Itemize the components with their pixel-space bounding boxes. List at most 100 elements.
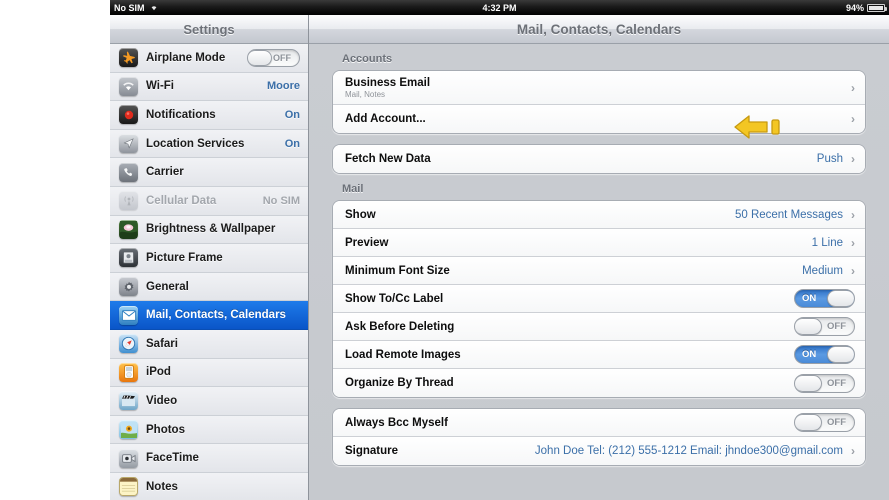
row-left: Add Account... xyxy=(345,113,847,125)
row-show[interactable]: Show 50 Recent Messages › xyxy=(333,201,865,229)
row-label: Organize By Thread xyxy=(345,377,454,389)
sidebar-item-location-services[interactable]: Location Services On xyxy=(110,129,308,159)
row-fetch-new-data[interactable]: Fetch New Data Push › xyxy=(333,145,865,173)
sidebar-item-airplane-mode[interactable]: Airplane Mode OFF xyxy=(110,44,308,73)
sidebar-item-value: Moore xyxy=(267,80,300,93)
sidebar-item-general[interactable]: General xyxy=(110,272,308,302)
sidebar-item-label: Mail, Contacts, Calendars xyxy=(146,309,286,322)
sidebar-item-wifi[interactable]: Wi-Fi Moore xyxy=(110,72,308,102)
safari-compass-icon xyxy=(119,334,138,354)
facetime-icon xyxy=(119,448,138,468)
fetch-group: Fetch New Data Push › xyxy=(332,144,866,174)
sidebar-item-label: Video xyxy=(146,394,178,407)
status-bar: No SIM 4:32 PM 94% xyxy=(110,0,889,15)
row-value: Medium xyxy=(802,264,843,277)
row-label: Signature xyxy=(345,445,399,457)
ask-before-deleting-toggle[interactable]: OFF xyxy=(794,317,855,336)
chevron-right-icon: › xyxy=(851,152,855,166)
row-label: Show xyxy=(345,208,376,221)
detail-pane: Mail, Contacts, Calendars Accounts Busin… xyxy=(309,15,889,500)
sidebar-item-value: On xyxy=(284,108,300,121)
row-left: Fetch New Data xyxy=(345,153,817,165)
row-left: Business Email Mail, Notes xyxy=(345,77,847,99)
sidebar-item-brightness-wallpaper[interactable]: Brightness & Wallpaper xyxy=(110,215,308,245)
accounts-section-header: Accounts xyxy=(342,53,393,65)
chevron-right-icon: › xyxy=(851,207,855,222)
sidebar-item-video[interactable]: Video xyxy=(110,387,308,416)
sidebar-item-cellular-data[interactable]: Cellular Data No SIM xyxy=(110,186,308,216)
detail-header: Mail, Contacts, Calendars xyxy=(309,15,889,44)
toggle-knob xyxy=(248,49,272,66)
toggle-knob xyxy=(795,414,822,431)
row-organize-by-thread: Organize By Thread OFF xyxy=(333,369,865,397)
sidebar-item-notes[interactable]: Notes xyxy=(110,472,308,500)
ipod-icon xyxy=(119,362,138,382)
status-bar-time: 4:32 PM xyxy=(482,2,517,13)
sidebar-item-label: Airplane Mode xyxy=(146,51,226,64)
sidebar-item-label: Photos xyxy=(146,423,185,436)
load-remote-images-toggle[interactable]: ON xyxy=(794,345,855,364)
row-value: John Doe Tel: (212) 555-1212 Email: jhnd… xyxy=(534,445,843,457)
location-icon xyxy=(119,134,138,154)
row-left: Preview xyxy=(345,237,812,249)
row-label: Preview xyxy=(345,236,389,249)
sidebar-item-safari[interactable]: Safari xyxy=(110,329,308,359)
wifi-icon xyxy=(119,76,138,96)
sidebar-item-value: On xyxy=(284,137,300,150)
accounts-group: Business Email Mail, Notes › Add Account… xyxy=(332,70,866,134)
sidebar-item-label: Safari xyxy=(146,337,178,350)
chevron-right-icon: › xyxy=(851,80,855,95)
sidebar-item-carrier[interactable]: Carrier xyxy=(110,158,308,187)
general-gear-icon xyxy=(119,277,138,297)
notifications-icon xyxy=(119,105,138,125)
row-label: Ask Before Deleting xyxy=(345,320,455,333)
toggle-state-label: ON xyxy=(802,349,817,360)
toggle-knob xyxy=(827,290,854,307)
organize-by-thread-toggle[interactable]: OFF xyxy=(794,373,855,393)
sidebar-item-facetime[interactable]: FaceTime xyxy=(110,444,308,473)
airplane-mode-toggle[interactable]: OFF xyxy=(247,48,300,67)
sidebar-item-label: General xyxy=(146,280,189,293)
show-to-cc-label-toggle[interactable]: ON xyxy=(794,289,855,308)
toggle-state-label: OFF xyxy=(827,377,846,389)
toggle-knob xyxy=(795,318,822,335)
sidebar-item-label: Notes xyxy=(146,480,178,493)
compose-group: Always Bcc Myself OFF Signature John Doe… xyxy=(332,408,866,466)
mail-icon xyxy=(119,305,138,325)
row-always-bcc-myself: Always Bcc Myself OFF xyxy=(333,409,865,437)
sidebar-item-ipod[interactable]: iPod xyxy=(110,358,308,388)
always-bcc-myself-toggle[interactable]: OFF xyxy=(794,413,855,432)
toggle-state-label: ON xyxy=(802,293,817,304)
row-left: Show xyxy=(345,209,735,221)
toggle-state-label: OFF xyxy=(273,52,291,63)
sidebar-item-mail-contacts-calendars[interactable]: Mail, Contacts, Calendars xyxy=(110,301,308,330)
row-value: 50 Recent Messages xyxy=(734,208,843,221)
photos-icon xyxy=(119,420,138,440)
chevron-right-icon: › xyxy=(851,263,855,278)
split-view: Settings Airplane Mode OFF Wi-Fi Moore N… xyxy=(110,15,889,500)
sidebar-item-picture-frame[interactable]: Picture Frame xyxy=(110,244,308,273)
sidebar-list: Airplane Mode OFF Wi-Fi Moore Notificati… xyxy=(110,44,308,500)
row-minimum-font-size[interactable]: Minimum Font Size Medium › xyxy=(333,257,865,285)
toggle-knob xyxy=(827,346,854,363)
sidebar-item-notifications[interactable]: Notifications On xyxy=(110,101,308,130)
sidebar-item-photos[interactable]: Photos xyxy=(110,415,308,445)
row-add-account[interactable]: Add Account... › xyxy=(333,105,865,133)
mail-section-header: Mail xyxy=(342,183,364,195)
row-label: Show To/Cc Label xyxy=(345,292,444,305)
settings-sidebar[interactable]: Settings Airplane Mode OFF Wi-Fi Moore N… xyxy=(110,15,309,500)
ipad-device-frame: No SIM 4:32 PM 94% Settings Airplane Mod… xyxy=(110,0,889,500)
row-left: Load Remote Images xyxy=(345,349,794,361)
chevron-right-icon: › xyxy=(851,112,855,126)
brightness-icon xyxy=(119,219,138,239)
row-left: Show To/Cc Label xyxy=(345,293,794,305)
row-signature[interactable]: Signature John Doe Tel: (212) 555-1212 E… xyxy=(333,437,865,465)
sidebar-item-label: Cellular Data xyxy=(146,194,217,207)
mail-group: Show 50 Recent Messages › Preview 1 Line… xyxy=(332,200,866,398)
row-business-email[interactable]: Business Email Mail, Notes › xyxy=(333,71,865,105)
sidebar-item-value: No SIM xyxy=(262,194,300,207)
row-label: Load Remote Images xyxy=(345,348,461,361)
sidebar-item-label: Wi-Fi xyxy=(146,80,174,93)
row-ask-before-deleting: Ask Before Deleting OFF xyxy=(333,313,865,341)
row-preview[interactable]: Preview 1 Line › xyxy=(333,229,865,257)
